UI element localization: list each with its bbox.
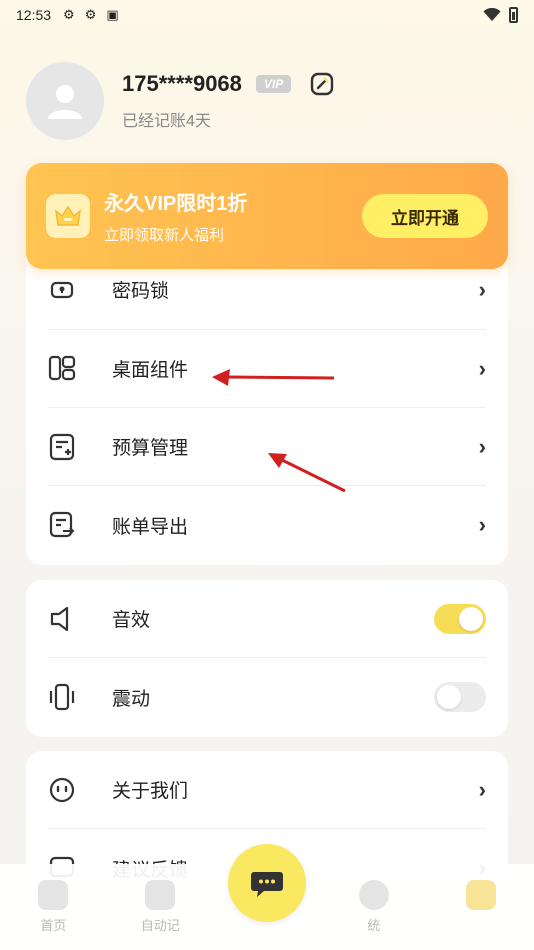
setting-sound: 音效 <box>48 580 486 658</box>
home-icon <box>38 880 69 910</box>
status-bar: 12:53 ⚙ ⚙ ▣ <box>0 0 534 30</box>
toggle-knob <box>459 606 483 631</box>
settings-card: 音效 震动 <box>26 580 508 737</box>
a-icon: ▣ <box>106 7 119 22</box>
profile-header[interactable]: 175****9068 VIP 已经记账4天 <box>26 62 335 140</box>
app-icon: ⚙ <box>63 7 75 22</box>
vibration-toggle[interactable] <box>434 682 486 712</box>
menu-item-label: 密码锁 <box>112 281 170 302</box>
chat-bubble-icon <box>251 872 283 897</box>
setting-vibration: 震动 <box>48 658 486 736</box>
bookkeeping-days: 已经记账4天 <box>122 113 211 130</box>
tab-mine[interactable] <box>427 864 534 950</box>
tab-home[interactable]: 首页 <box>0 864 107 950</box>
wifi-icon <box>483 8 501 21</box>
tab-auto-record[interactable]: 自动记 <box>107 864 214 950</box>
chevron-right-icon: › <box>478 276 486 302</box>
lock-icon <box>48 276 76 304</box>
activate-vip-button[interactable]: 立即开通 <box>362 194 488 238</box>
export-icon <box>48 511 76 539</box>
chevron-right-icon: › <box>478 355 486 381</box>
crown-icon <box>46 194 90 238</box>
widget-icon <box>48 355 76 383</box>
speaker-icon <box>48 605 76 633</box>
chevron-right-icon: › <box>478 433 486 459</box>
edit-icon[interactable] <box>309 71 335 97</box>
status-time: 12:53 <box>16 7 52 23</box>
menu-item-desktop-widget[interactable]: 桌面组件 › <box>48 330 486 408</box>
vip-title: 永久VIP限时1折 <box>104 193 248 215</box>
menu-item-budget[interactable]: 预算管理 › <box>48 408 486 486</box>
avatar[interactable] <box>26 62 104 140</box>
app-icon: ⚙ <box>84 7 97 22</box>
menu-item-label: 预算管理 <box>112 438 189 459</box>
tab-stats[interactable]: 统 <box>320 864 427 950</box>
vip-subtitle: 立即领取新人福利 <box>104 227 225 244</box>
menu-item-label: 桌面组件 <box>112 360 189 381</box>
smile-icon <box>48 776 76 804</box>
menu-item-label: 关于我们 <box>112 781 189 802</box>
menu-item-about-us[interactable]: 关于我们 › <box>48 751 486 829</box>
note-icon <box>145 880 176 910</box>
tab-label: 自动记 <box>140 918 180 933</box>
vip-banner[interactable]: 永久VIP限时1折 立即领取新人福利 立即开通 <box>26 163 508 269</box>
toggle-knob <box>437 685 461 709</box>
chat-record-button[interactable] <box>228 844 306 922</box>
menu-item-bill-export[interactable]: 账单导出 › <box>48 486 486 564</box>
chevron-right-icon: › <box>478 776 486 802</box>
tab-label: 首页 <box>40 918 67 933</box>
battery-icon <box>509 7 518 23</box>
user-avatar-icon <box>48 85 82 119</box>
tab-label: 统 <box>367 918 381 933</box>
budget-icon <box>48 433 76 461</box>
sound-toggle[interactable] <box>434 603 486 634</box>
profile-icon <box>465 880 496 910</box>
vibrate-icon <box>48 683 76 711</box>
menu-item-label: 账单导出 <box>112 516 189 538</box>
vip-badge: VIP <box>255 75 292 93</box>
chevron-right-icon: › <box>478 512 486 537</box>
features-card: 密码锁 › 桌面组件 › 预算管理 › 账单导出 › <box>26 250 508 565</box>
phone-number: 175****9068 <box>122 71 242 96</box>
setting-label: 音效 <box>112 610 151 631</box>
chart-icon <box>358 880 389 910</box>
setting-label: 震动 <box>112 688 151 710</box>
